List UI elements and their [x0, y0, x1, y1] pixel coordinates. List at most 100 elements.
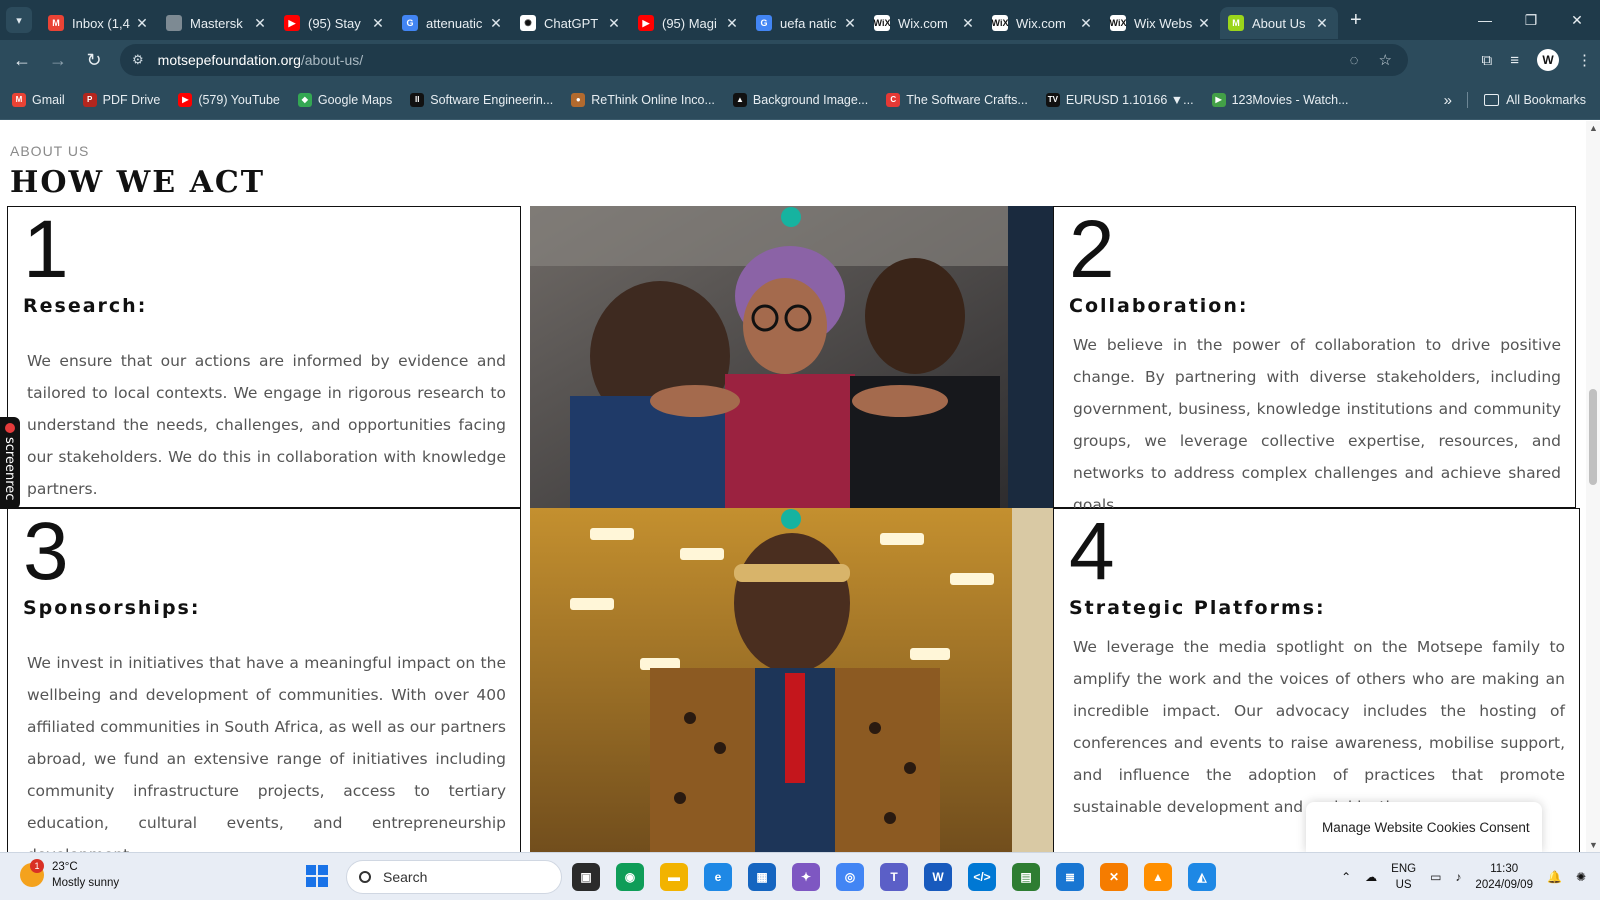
close-tab-icon[interactable]: ✕ [134, 15, 150, 32]
chrome-alt-icon[interactable]: ◉ [616, 863, 644, 891]
new-tab-button[interactable]: + [1350, 9, 1362, 32]
bookmark-item[interactable]: ● ReThink Online Inco... [571, 92, 715, 107]
windows-start-button[interactable] [306, 865, 328, 887]
taskbar-search[interactable]: Search [346, 860, 562, 894]
more-menu-icon[interactable]: ⋮ [1577, 51, 1592, 69]
back-button[interactable]: ← [4, 44, 40, 76]
tab-search-button[interactable]: ▾ [6, 7, 32, 33]
reload-button[interactable]: ↻ [76, 44, 112, 76]
notification-badge: 1 [30, 859, 44, 873]
bookmark-item[interactable]: II Software Engineerin... [410, 92, 553, 107]
minimize-button[interactable]: — [1462, 0, 1508, 40]
record-icon [5, 423, 15, 433]
clock-time: 11:30 [1490, 863, 1519, 875]
bookmarks-overflow-icon[interactable]: » [1444, 80, 1452, 120]
notifications-bell-icon[interactable]: 🔔 [1547, 870, 1562, 884]
forward-button[interactable]: → [40, 44, 76, 76]
bookmark-item[interactable]: C The Software Crafts... [886, 92, 1028, 107]
section-eyebrow: ABOUT US [10, 143, 90, 159]
close-tab-icon[interactable]: ✕ [724, 15, 740, 32]
pinned-apps: ▣ ◉ ▬ e ▦ ✦ ◎ T W </> ▤ ≣ ✕ ▲ ◭ [572, 863, 1216, 891]
photos-icon[interactable]: ◭ [1188, 863, 1216, 891]
copilot-tray-icon[interactable]: ✺ [1576, 870, 1586, 884]
media-control-icon[interactable]: ≡ [1510, 52, 1519, 69]
browser-tab[interactable]: Gattenuatic ✕ [394, 7, 512, 39]
bookmark-item[interactable]: TV EURUSD 1.10166 ▼... [1045, 92, 1194, 107]
close-tab-icon[interactable]: ✕ [842, 15, 858, 32]
close-tab-icon[interactable]: ✕ [370, 15, 386, 32]
close-tab-icon[interactable]: ✕ [488, 15, 504, 32]
tab-title: Wix.com [1016, 15, 1066, 31]
eye-off-icon[interactable]: ◌ [1350, 52, 1359, 69]
chrome-icon[interactable]: ◎ [836, 863, 864, 891]
bookmark-item[interactable]: ◆ Google Maps [297, 92, 392, 107]
profile-avatar[interactable]: W [1537, 49, 1559, 71]
bookmark-label: PDF Drive [102, 92, 161, 107]
bookmark-item[interactable]: ▶ (579) YouTube [178, 92, 280, 107]
scroll-up-icon[interactable]: ▲ [1589, 123, 1598, 133]
volume-icon[interactable]: ♪ [1455, 870, 1461, 884]
address-bar[interactable]: ⚙ motsepefoundation.org/about-us/ ◌ ☆ [120, 44, 1408, 76]
screenrec-widget[interactable]: screenrec [0, 417, 20, 509]
bookmark-label: Background Image... [752, 92, 869, 107]
bookmark-star-icon[interactable]: ☆ [1379, 51, 1392, 69]
onedrive-off-icon[interactable]: ☁ [1365, 870, 1377, 884]
close-window-button[interactable]: ✕ [1554, 0, 1600, 40]
bookmark-item[interactable]: ▲ Background Image... [732, 92, 869, 107]
slider-dot[interactable] [781, 207, 801, 227]
page-scrollbar[interactable]: ▲ ▼ [1586, 121, 1600, 852]
notepad-icon[interactable]: ≣ [1056, 863, 1084, 891]
file-explorer-icon[interactable]: ▬ [660, 863, 688, 891]
cookie-consent-button[interactable]: Manage Website Cookies Consent [1306, 802, 1542, 852]
network-icon[interactable]: ▭ [1430, 870, 1441, 884]
software-icon: II [410, 92, 425, 107]
browser-tab[interactable]: M Inbox (1,4 ✕ [40, 7, 158, 39]
tray-overflow-icon[interactable]: ⌃ [1341, 870, 1351, 884]
language-indicator[interactable]: ENG US [1391, 861, 1416, 893]
copilot-icon[interactable]: ✦ [792, 863, 820, 891]
site-info-icon[interactable]: ⚙ [132, 52, 144, 68]
vscode-icon[interactable]: </> [968, 863, 996, 891]
edge-icon[interactable]: e [704, 863, 732, 891]
scroll-down-icon[interactable]: ▼ [1589, 840, 1598, 850]
bookmark-item[interactable]: ▶ 123Movies - Watch... [1211, 92, 1349, 107]
bookmark-item[interactable]: M Gmail [12, 92, 65, 107]
screenrec-label: screenrec [2, 437, 17, 501]
tab-title: attenuatic [426, 15, 483, 31]
vlc-icon[interactable]: ▲ [1144, 863, 1172, 891]
browser-tab[interactable]: ▶ (95) Magi ✕ [630, 7, 748, 39]
browser-tab[interactable]: WiX Wix Webs ✕ [1102, 7, 1220, 39]
scrollbar-thumb[interactable] [1589, 389, 1597, 485]
weather-widget[interactable]: 1 23°C Mostly sunny [20, 859, 119, 891]
all-bookmarks-button[interactable]: All Bookmarks [1484, 80, 1586, 120]
youtube-icon: ▶ [638, 15, 654, 31]
spreadsheet-icon[interactable]: ▤ [1012, 863, 1040, 891]
word-icon[interactable]: W [924, 863, 952, 891]
browser-tab[interactable]: Mastersk ✕ [158, 7, 276, 39]
browser-tab[interactable]: ✺ ChatGPT ✕ [512, 7, 630, 39]
browser-tab[interactable]: Guefa natic ✕ [748, 7, 866, 39]
close-tab-icon[interactable]: ✕ [1196, 15, 1212, 32]
close-tab-icon[interactable]: ✕ [606, 15, 622, 32]
clock[interactable]: 11:30 2024/09/09 [1475, 861, 1533, 893]
close-tab-icon[interactable]: ✕ [1314, 15, 1330, 32]
slider-dot[interactable] [781, 509, 801, 529]
close-tab-icon[interactable]: ✕ [960, 15, 976, 32]
store-icon[interactable]: ▦ [748, 863, 776, 891]
task-view-icon[interactable]: ▣ [572, 863, 600, 891]
restore-button[interactable]: ❐ [1508, 0, 1554, 40]
xampp-icon[interactable]: ✕ [1100, 863, 1128, 891]
bookmark-item[interactable]: P PDF Drive [82, 92, 161, 107]
teams-icon[interactable]: T [880, 863, 908, 891]
browser-tab[interactable]: M About Us ✕ [1220, 7, 1338, 39]
close-tab-icon[interactable]: ✕ [1078, 15, 1094, 32]
google-icon: G [756, 15, 772, 31]
close-tab-icon[interactable]: ✕ [252, 15, 268, 32]
extensions-icon[interactable]: ⧉ [1482, 52, 1493, 69]
browser-tab[interactable]: WiX Wix.com ✕ [984, 7, 1102, 39]
bookmark-label: ReThink Online Inco... [591, 92, 715, 107]
card-body: We invest in initiatives that have a mea… [27, 654, 506, 852]
youtube-icon: ▶ [178, 92, 193, 107]
browser-tab[interactable]: WiX Wix.com ✕ [866, 7, 984, 39]
browser-tab[interactable]: ▶ (95) Stay ✕ [276, 7, 394, 39]
